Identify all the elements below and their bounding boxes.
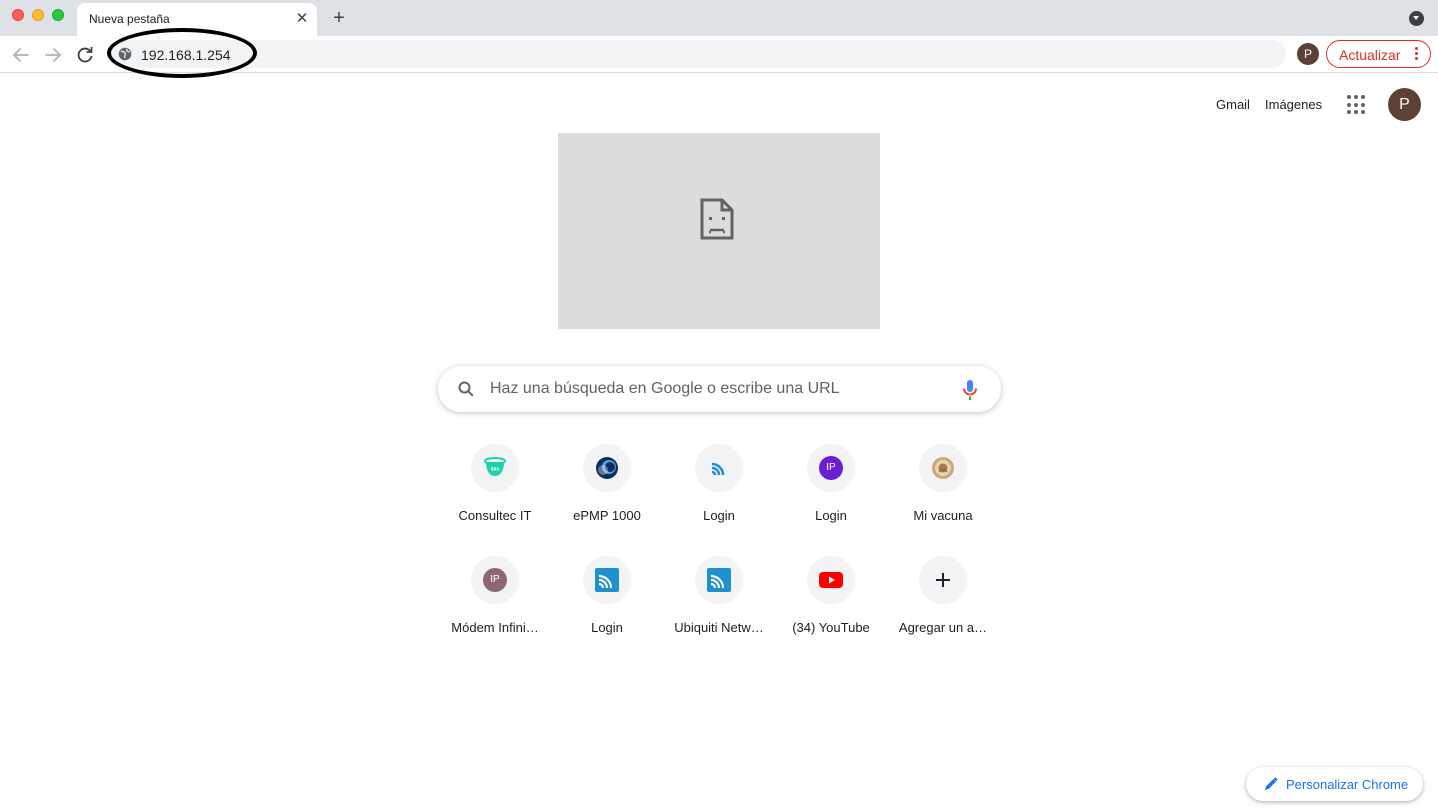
shortcut-icon-bg: [583, 444, 631, 492]
shortcut-tile[interactable]: (34) YouTube: [775, 556, 887, 656]
broken-image-icon: [700, 198, 734, 240]
shortcut-icon-bg: [919, 556, 967, 604]
shortcut-tile[interactable]: Login: [663, 444, 775, 544]
ip-badge-icon: IP: [819, 456, 843, 480]
reload-icon: [77, 47, 93, 63]
youtube-icon: [819, 572, 843, 588]
seal-icon: [932, 457, 954, 479]
shortcut-tile[interactable]: IP Login: [775, 444, 887, 544]
tab-title: Nueva pestaña: [89, 12, 170, 26]
microphone-icon[interactable]: [962, 379, 978, 401]
search-input[interactable]: [490, 374, 950, 404]
globe-icon: [118, 47, 132, 61]
ip-badge-icon: IP: [483, 568, 507, 592]
ubiquiti-icon: [707, 568, 731, 592]
gmail-link[interactable]: Gmail: [1216, 97, 1250, 112]
shortcut-label: Login: [703, 508, 735, 523]
shortcut-icon-bg: IP: [471, 556, 519, 604]
shortcut-icon-bg: IP: [807, 444, 855, 492]
shortcut-label: ePMP 1000: [573, 508, 641, 523]
shortcut-tile[interactable]: Mi vacuna: [887, 444, 999, 544]
shortcut-label: (34) YouTube: [792, 620, 870, 635]
arrow-right-icon: [45, 48, 62, 62]
shortcut-label: Mi vacuna: [913, 508, 973, 523]
search-icon: [458, 381, 474, 397]
customize-chrome-button[interactable]: Personalizar Chrome: [1246, 767, 1423, 801]
update-label: Actualizar: [1339, 47, 1401, 63]
shortcut-icon-bg: [919, 444, 967, 492]
shortcut-label: Ubiquiti Netw…: [674, 620, 764, 635]
google-apps-icon[interactable]: [1347, 95, 1367, 115]
customize-label: Personalizar Chrome: [1286, 777, 1409, 792]
shortcut-label: Login: [591, 620, 623, 635]
images-link[interactable]: Imágenes: [1265, 97, 1322, 112]
doodle-placeholder: [558, 133, 880, 329]
tab-search-icon[interactable]: [1409, 11, 1424, 26]
arrow-left-icon: [12, 48, 29, 62]
shortcut-tile[interactable]: IP Módem Infini…: [439, 556, 551, 656]
wifi-feed-icon: [711, 462, 725, 476]
search-box[interactable]: [438, 366, 1001, 412]
shortcut-icon-bg: [695, 556, 743, 604]
account-avatar[interactable]: P: [1388, 88, 1421, 121]
browser-toolbar: 192.168.1.254 P Actualizar: [0, 36, 1438, 73]
shortcut-label: Agregar un a…: [898, 620, 988, 635]
forward-button[interactable]: [41, 43, 65, 67]
shortcut-tile[interactable]: Ubiquiti Netw…: [663, 556, 775, 656]
kebab-menu-icon[interactable]: [1415, 45, 1421, 62]
shortcut-icon-bg: [583, 556, 631, 604]
shortcut-label: Módem Infini…: [451, 620, 539, 635]
tab-strip: Nueva pestaña ✕ +: [0, 0, 1438, 36]
maximize-window-button[interactable]: [52, 9, 64, 21]
minimize-window-button[interactable]: [32, 9, 44, 21]
shortcut-tile[interactable]: Consultec IT: [439, 444, 551, 544]
cambium-icon: [596, 457, 618, 479]
reload-button[interactable]: [73, 43, 97, 67]
back-button[interactable]: [9, 43, 33, 67]
new-tab-button[interactable]: +: [328, 7, 350, 29]
shortcut-icon-bg: [807, 556, 855, 604]
tab-close-icon[interactable]: ✕: [293, 10, 311, 28]
add-shortcut-tile[interactable]: Agregar un a…: [887, 556, 999, 656]
address-text: 192.168.1.254: [141, 47, 231, 63]
shortcut-label: Consultec IT: [458, 508, 532, 523]
shortcut-label: Login: [815, 508, 847, 523]
close-window-button[interactable]: [12, 9, 24, 21]
update-button[interactable]: Actualizar: [1326, 40, 1431, 68]
address-bar[interactable]: 192.168.1.254: [110, 40, 1286, 68]
consultec-icon: [484, 457, 506, 476]
browser-tab[interactable]: Nueva pestaña ✕: [77, 3, 317, 36]
ubiquiti-icon: [595, 568, 619, 592]
plus-icon: [936, 573, 950, 587]
profile-avatar[interactable]: P: [1297, 43, 1319, 65]
shortcut-icon-bg: [471, 444, 519, 492]
shortcut-tile[interactable]: ePMP 1000: [551, 444, 663, 544]
pencil-icon: [1265, 777, 1278, 790]
shortcut-tile[interactable]: Login: [551, 556, 663, 656]
shortcut-icon-bg: [695, 444, 743, 492]
